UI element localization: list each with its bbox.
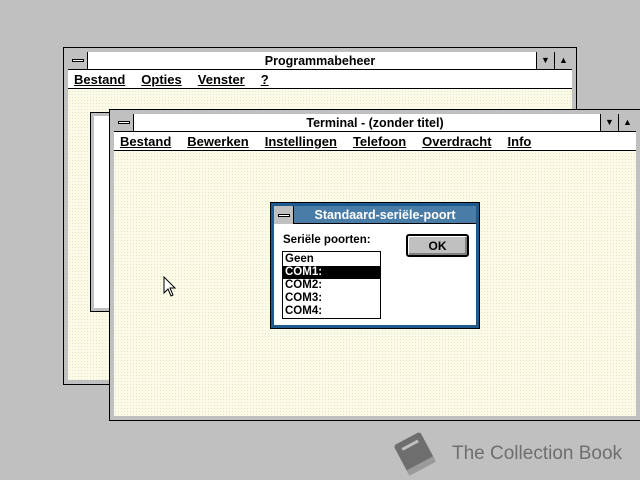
terminal-titlebar[interactable]: Terminal - (zonder titel) ▼ ▲ [114, 114, 636, 132]
system-menu-button[interactable] [68, 52, 88, 69]
ok-button[interactable]: OK [406, 234, 469, 257]
dialog-titlebar[interactable]: Standaard-seriële-poort [274, 206, 476, 224]
program-manager-menubar: Bestand Opties Venster ? [68, 70, 572, 89]
menu-venster[interactable]: Venster [198, 72, 245, 87]
maximize-button[interactable]: ▲ [554, 52, 572, 69]
watermark: The Collection Book [388, 430, 622, 478]
serial-port-dialog: Standaard-seriële-poort Seriële poorten:… [270, 202, 480, 329]
list-item[interactable]: Geen [283, 253, 380, 266]
dialog-system-menu-button[interactable] [274, 206, 294, 224]
serial-ports-listbox[interactable]: Geen COM1: COM2: COM3: COM4: [282, 251, 381, 319]
watermark-text: The Collection Book [452, 443, 623, 464]
menu-bewerken[interactable]: Bewerken [187, 134, 248, 149]
maximize-icon: ▲ [623, 117, 632, 127]
menu-instellingen[interactable]: Instellingen [265, 134, 337, 149]
book-icon [394, 432, 436, 476]
menu-bestand[interactable]: Bestand [120, 134, 171, 149]
minimize-button[interactable]: ▼ [600, 114, 618, 131]
maximize-icon: ▲ [559, 55, 568, 65]
program-manager-titlebar[interactable]: Programmabeheer ▼ ▲ [68, 52, 572, 70]
serial-ports-label: Seriële poorten: [283, 234, 371, 246]
list-item[interactable]: COM3: [283, 292, 380, 305]
menu-info[interactable]: Info [508, 134, 532, 149]
list-item[interactable]: COM4: [283, 305, 380, 318]
minimize-button[interactable]: ▼ [536, 52, 554, 69]
system-menu-icon [277, 213, 290, 217]
menu-overdracht[interactable]: Overdracht [422, 134, 491, 149]
mouse-cursor-icon [163, 276, 177, 297]
menu-opties[interactable]: Opties [141, 72, 181, 87]
terminal-menubar: Bestand Bewerken Instellingen Telefoon O… [114, 132, 636, 151]
menu-bestand[interactable]: Bestand [74, 72, 125, 87]
list-item[interactable]: COM2: [283, 279, 380, 292]
system-menu-button[interactable] [114, 114, 134, 131]
minimize-icon: ▼ [541, 55, 550, 65]
dialog-title: Standaard-seriële-poort [314, 207, 456, 222]
menu-help[interactable]: ? [261, 72, 269, 87]
minimize-icon: ▼ [605, 117, 614, 127]
system-menu-icon [71, 59, 84, 62]
list-item-selected[interactable]: COM1: [283, 266, 380, 279]
system-menu-icon [117, 121, 130, 124]
window-title: Programmabeheer [264, 53, 376, 68]
maximize-button[interactable]: ▲ [618, 114, 636, 131]
menu-telefoon[interactable]: Telefoon [353, 134, 406, 149]
window-title: Terminal - (zonder titel) [306, 115, 444, 130]
